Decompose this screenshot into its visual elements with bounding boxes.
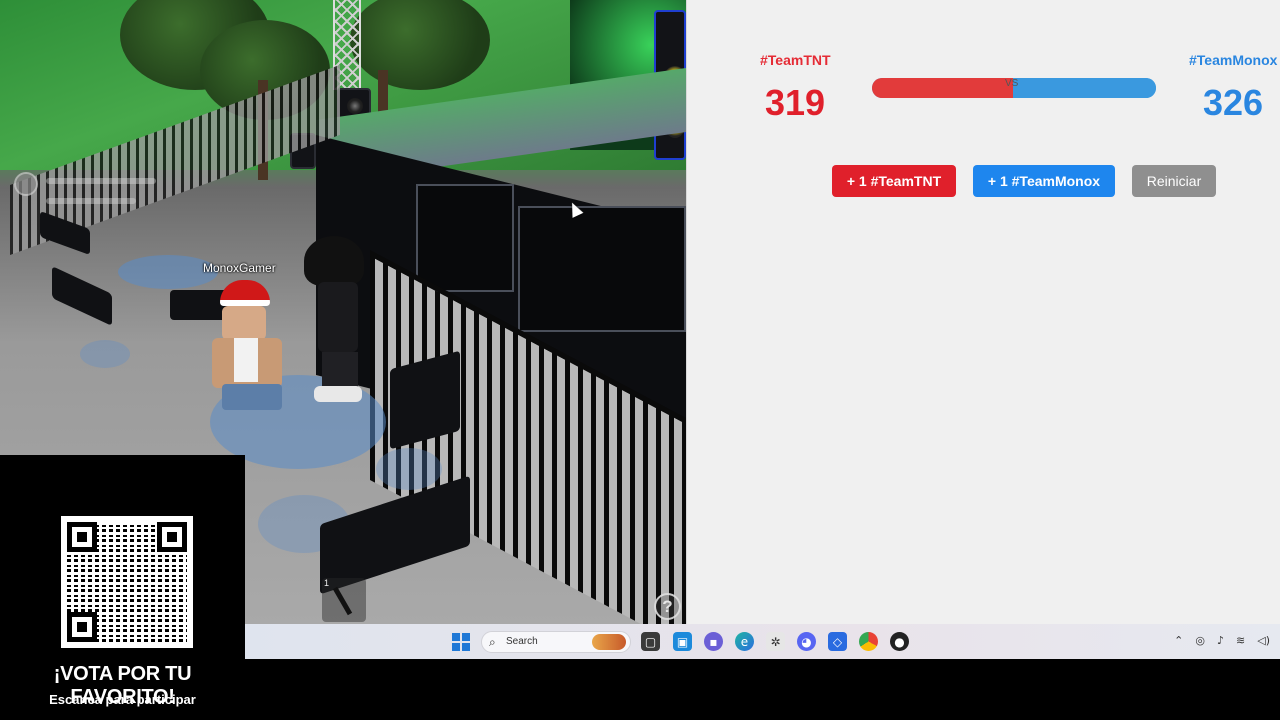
screen: MonoxGamer 1 ? #TeamTNT #TeamMonox 319 3… — [0, 0, 1280, 720]
overlay-subtitle: Escanea para participar — [49, 692, 196, 707]
qr-overlay: ¡VOTA POR TU FAVORITO! Escanea para part… — [0, 455, 245, 720]
avatar-pants — [222, 384, 282, 410]
microphone-tool-icon — [332, 586, 353, 616]
edge-icon[interactable]: e — [735, 632, 754, 651]
wifi-icon[interactable]: ≋ — [1236, 634, 1245, 647]
hud-row — [46, 178, 156, 184]
vs-label: VS — [1005, 78, 1019, 89]
vote-monox-button[interactable]: + 1 #TeamMonox — [973, 165, 1115, 197]
santa-hat — [220, 280, 270, 306]
hotbar-slot[interactable]: 1 — [322, 578, 366, 622]
avatar-icon — [14, 172, 38, 196]
stage-panel — [416, 184, 514, 292]
chat-icon[interactable]: ▪ — [704, 632, 723, 651]
settings-icon[interactable]: ✲ — [766, 632, 785, 651]
team-tnt-score: 319 — [765, 82, 826, 123]
taskbar: ⌕ Search ▢ ▣ ▪ e ✲ ◕ ◇ ● ⌃ ◎ ♪ ≋ ◁) — [245, 624, 1280, 659]
system-tray[interactable]: ⌃ ◎ ♪ ≋ ◁) — [1174, 634, 1270, 647]
hotbar-slot-number: 1 — [324, 578, 330, 588]
team-tnt-progress — [872, 78, 1013, 98]
vote-tnt-button[interactable]: + 1 #TeamTNT — [832, 165, 956, 197]
search-highlight-icon — [592, 634, 626, 650]
avatar-shirt — [234, 338, 258, 382]
avatar-shoes — [314, 386, 362, 402]
speaker-cone — [347, 98, 363, 114]
team-tnt-label: #TeamTNT — [760, 52, 831, 68]
task-view-icon[interactable]: ▢ — [641, 632, 660, 651]
bottom-black-strip — [245, 659, 1280, 720]
widgets-icon[interactable]: ▣ — [673, 632, 692, 651]
search-input[interactable]: ⌕ Search — [481, 631, 631, 653]
avatar-black-outfit[interactable] — [300, 236, 370, 406]
media-icon[interactable]: ● — [890, 632, 909, 651]
avatar-santa-hat[interactable] — [212, 280, 292, 410]
vote-panel: #TeamTNT #TeamMonox 319 326 VS + 1 #Team… — [686, 0, 1280, 624]
chrome-icon[interactable] — [859, 632, 878, 651]
volume-icon[interactable]: ◁) — [1257, 634, 1270, 647]
microphone-icon[interactable]: ♪ — [1217, 634, 1224, 647]
qr-code[interactable] — [61, 516, 193, 648]
windows-start-icon[interactable] — [452, 633, 470, 651]
cafe-table — [376, 448, 442, 490]
avatar-torso — [318, 282, 358, 352]
reset-button[interactable]: Reiniciar — [1132, 165, 1216, 197]
network-icon[interactable]: ◎ — [1195, 634, 1205, 647]
help-button[interactable]: ? — [654, 593, 681, 620]
search-icon: ⌕ — [489, 635, 496, 649]
qr-finder — [67, 612, 97, 642]
chevron-up-icon[interactable]: ⌃ — [1174, 634, 1183, 647]
roblox-icon[interactable]: ◇ — [828, 632, 847, 651]
team-monox-score: 326 — [1203, 82, 1264, 123]
hud-row — [46, 198, 136, 204]
qr-finder — [157, 522, 187, 552]
player-nametag: MonoxGamer — [203, 261, 276, 275]
chair — [52, 266, 112, 326]
qr-finder — [67, 522, 97, 552]
cafe-table — [80, 340, 130, 368]
team-monox-label: #TeamMonox — [1189, 52, 1278, 68]
qr-modules — [67, 522, 187, 642]
player-list-hud[interactable] — [10, 170, 170, 222]
search-placeholder: Search — [506, 636, 538, 647]
avatar-hair — [304, 236, 364, 286]
stage-panel — [518, 206, 686, 332]
team-monox-progress — [1012, 78, 1156, 98]
discord-icon[interactable]: ◕ — [797, 632, 816, 651]
avatar-head — [222, 306, 266, 340]
